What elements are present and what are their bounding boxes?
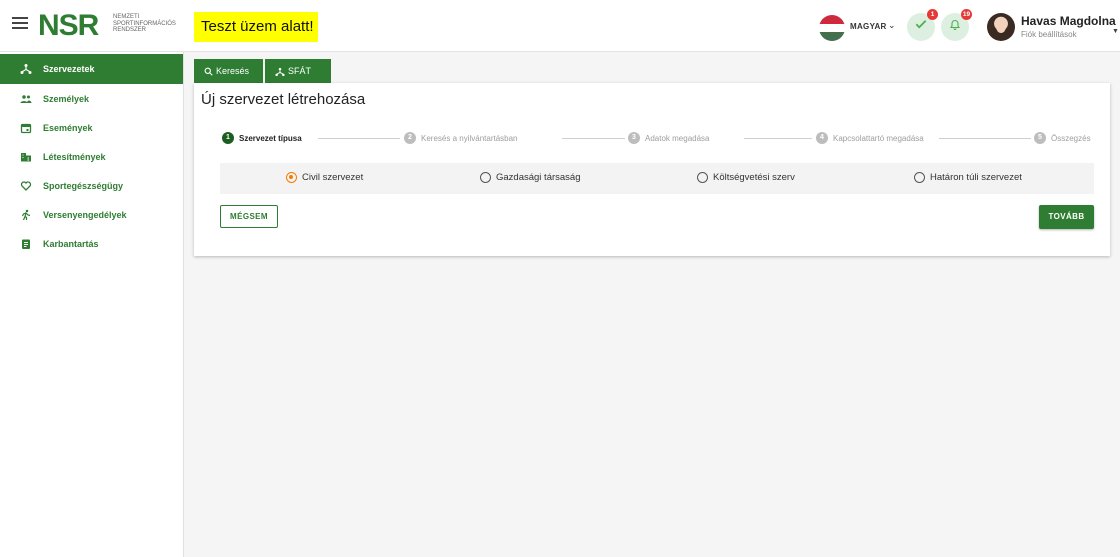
organization-tree-icon bbox=[275, 67, 285, 76]
menu-icon[interactable] bbox=[12, 17, 28, 31]
sidebar-item-karbantartas[interactable]: Karbantartás bbox=[0, 229, 183, 258]
step-5[interactable]: 5 Összegzés bbox=[1034, 132, 1091, 144]
test-mode-banner: Teszt üzem alatt! bbox=[194, 12, 318, 42]
user-name[interactable]: Havas Magdolna bbox=[1021, 14, 1116, 28]
step-connector bbox=[744, 138, 812, 139]
sidebar-item-label: Személyek bbox=[43, 93, 90, 104]
step-connector bbox=[318, 138, 400, 139]
tasks-badge: 1 bbox=[927, 9, 938, 20]
step-1[interactable]: 1 Szervezet típusa bbox=[222, 132, 302, 144]
step-2[interactable]: 2 Keresés a nyilvántartásban bbox=[404, 132, 518, 144]
organization-type-radio-group: Civil szervezet Gazdasági társaság Költs… bbox=[220, 163, 1094, 194]
notifications-button[interactable]: 19 bbox=[941, 9, 972, 41]
caret-down-icon[interactable]: ▼ bbox=[1112, 28, 1119, 35]
notifications-badge: 19 bbox=[961, 9, 972, 20]
account-settings-link[interactable]: Fiók beállítások bbox=[1021, 30, 1077, 39]
sidebar-item-label: Létesítmények bbox=[43, 151, 106, 162]
sidebar: Szervezetek Személyek Események Létesítm… bbox=[0, 52, 184, 557]
next-button[interactable]: TOVÁBB bbox=[1039, 205, 1094, 229]
search-icon bbox=[204, 67, 213, 76]
checkmark-icon bbox=[915, 20, 927, 29]
step-4[interactable]: 4 Kapcsolattartó megadása bbox=[816, 132, 924, 144]
sidebar-item-esemenyek[interactable]: Események bbox=[0, 113, 183, 142]
radio-hataron-tuli-szervezet[interactable]: Határon túli szervezet bbox=[914, 172, 1022, 183]
tasks-button[interactable]: 1 bbox=[907, 9, 938, 41]
radio-civil-szervezet[interactable]: Civil szervezet bbox=[286, 172, 363, 183]
organization-tree-icon bbox=[19, 62, 33, 76]
radio-gazdasagi-tarsasag[interactable]: Gazdasági társaság bbox=[480, 172, 581, 183]
sidebar-item-label: Sportegészségügy bbox=[43, 180, 124, 191]
tab-sfat[interactable]: SFÁT bbox=[265, 59, 331, 83]
step-connector bbox=[562, 138, 625, 139]
runner-icon bbox=[19, 208, 33, 222]
tab-kereses[interactable]: Keresés bbox=[194, 59, 263, 83]
top-header: NSR NEMZETI SPORTINFORMÁCIÓS RENDSZER Te… bbox=[0, 0, 1120, 52]
people-icon bbox=[19, 92, 33, 106]
logo-subtitle: NEMZETI SPORTINFORMÁCIÓS RENDSZER bbox=[113, 14, 176, 33]
sidebar-item-sportegeszsegugy[interactable]: Sportegészségügy bbox=[0, 171, 183, 200]
clipboard-icon bbox=[19, 237, 33, 251]
sidebar-item-versenyengedelyek[interactable]: Versenyengedélyek bbox=[0, 200, 183, 229]
sidebar-item-label: Események bbox=[43, 122, 93, 133]
create-organization-card: Új szervezet létrehozása 1 Szervezet típu… bbox=[194, 83, 1110, 256]
sidebar-item-label: Karbantartás bbox=[43, 238, 99, 249]
nsr-logo[interactable]: NSR bbox=[38, 11, 99, 41]
bell-icon bbox=[949, 19, 961, 31]
sidebar-item-label: Versenyengedélyek bbox=[43, 209, 127, 220]
chevron-down-icon[interactable]: ⌄ bbox=[888, 20, 896, 31]
sidebar-item-szervezetek[interactable]: Szervezetek bbox=[0, 54, 183, 84]
stepper: 1 Szervezet típusa 2 Keresés a nyilvántart… bbox=[222, 132, 1094, 148]
step-3[interactable]: 3 Adatok megadása bbox=[628, 132, 710, 144]
sidebar-item-label: Szervezetek bbox=[43, 64, 95, 74]
page-title: Új szervezet létrehozása bbox=[201, 91, 366, 108]
avatar[interactable] bbox=[987, 13, 1015, 41]
language-selector[interactable]: MAGYAR bbox=[850, 22, 887, 31]
sidebar-item-letesitmenyek[interactable]: Létesítmények bbox=[0, 142, 183, 171]
heart-icon bbox=[19, 179, 33, 193]
buildings-icon bbox=[19, 150, 33, 164]
step-connector bbox=[939, 138, 1031, 139]
radio-koltsegvetesi-szerv[interactable]: Költségvetési szerv bbox=[697, 172, 795, 183]
cancel-button[interactable]: MÉGSEM bbox=[220, 205, 278, 228]
sidebar-item-szemelyek[interactable]: Személyek bbox=[0, 84, 183, 113]
hungarian-flag-icon[interactable] bbox=[819, 15, 845, 41]
calendar-icon bbox=[19, 121, 33, 135]
